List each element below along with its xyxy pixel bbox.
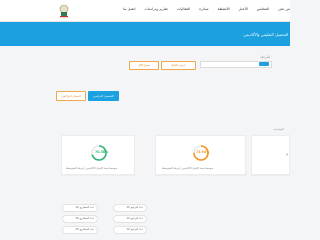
- nav-item-about[interactable]: من نحن: [278, 7, 290, 11]
- select-dropdown-toggle[interactable]: [259, 62, 269, 66]
- main-nav: من نحن المجلس الأخبار الأنشطة مبادرة الف…: [123, 7, 290, 11]
- nav-item-initiative[interactable]: مبادرة: [199, 7, 208, 11]
- chevron-right-icon[interactable]: ›: [286, 152, 288, 158]
- nav-item-activities[interactable]: الأنشطة: [218, 7, 230, 11]
- indicator-label: متوسط نسبة الإنجاز الأكاديمي | مرحلة الم…: [66, 167, 118, 170]
- nav-item-contact[interactable]: اتصل بنا: [123, 7, 135, 11]
- stat-pill: 20 عدد المشاريع: [62, 204, 98, 212]
- reset-button[interactable]: مسح الكل: [129, 61, 159, 70]
- page-title: التحصيل التعليمي والأكاديمي: [243, 32, 288, 37]
- indicator-card: 70.38% متوسط نسبة الإنجاز الأكاديمي | مر…: [61, 135, 135, 175]
- search-button[interactable]: عرض النتائج: [161, 61, 196, 70]
- section-heading: المؤشرات: [272, 128, 284, 131]
- stat-pill: 10 عدد البرامج: [113, 226, 147, 234]
- nav-item-news[interactable]: الأخبار: [239, 7, 248, 11]
- page-banner: التحصيل التعليمي والأكاديمي: [0, 22, 290, 46]
- nav-item-events[interactable]: الفعاليات: [177, 7, 190, 11]
- stat-pill: 20 عدد المشاريع: [62, 226, 98, 234]
- indicator-label: متوسط نسبة الإنجاز الأكاديمي | مرحلة الم…: [162, 167, 214, 170]
- stage-filter-label: المرحلة: [260, 55, 270, 59]
- top-navigation-bar: من نحن المجلس الأخبار الأنشطة مبادرة الف…: [0, 0, 290, 22]
- indicator-percent: 70.38%: [95, 150, 109, 154]
- indicator-card: ›: [251, 135, 290, 175]
- logo-icon[interactable]: [56, 3, 72, 19]
- nav-item-council[interactable]: المجلس: [257, 7, 269, 11]
- indicator-percent: 73.94%: [196, 150, 210, 154]
- stat-pill: 10 عدد البرامج: [113, 215, 147, 223]
- nav-item-reports[interactable]: تقارير ودراسات: [144, 7, 167, 11]
- stat-pill: 30 عدد المشاريع: [62, 215, 98, 223]
- tab-gpa[interactable]: المعدل التراكمي: [56, 91, 86, 101]
- indicator-card: 73.94% متوسط نسبة الإنجاز الأكاديمي | مر…: [155, 135, 246, 175]
- tab-academic-achievement[interactable]: التحصيل الدراسي: [88, 91, 119, 101]
- stat-pill: 10 عدد البرامج: [113, 204, 147, 212]
